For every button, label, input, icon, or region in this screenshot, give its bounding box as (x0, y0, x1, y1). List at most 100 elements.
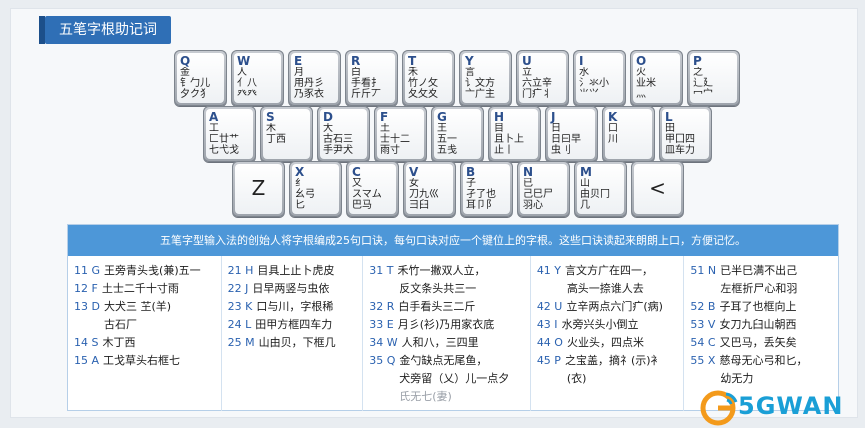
key-v[interactable]: V女 刀九巛 彐臼 (403, 161, 456, 217)
key-code-label: 32 R (369, 300, 395, 313)
mnemonic-text: 女刀九臼山朝西 (719, 318, 797, 331)
mnemonic-text: 工戈草头右框七 (103, 354, 181, 367)
mnemonic-line: 45 P 之宝盖，摘礻(示)衤 (537, 352, 684, 370)
key-letter: Q (180, 54, 191, 68)
key-q[interactable]: Q金 钅勹儿 夕ク犭 (174, 50, 227, 106)
key-o[interactable]: O火 业米 灬 (630, 50, 683, 106)
key-code-label: 34 W (369, 336, 398, 349)
key-w[interactable]: W人 亻八 癶癶 (231, 50, 284, 106)
key-b[interactable]: B子 孑了也 耳卩阝 (460, 161, 513, 217)
mnemonic-line: 14 S 木丁西 (74, 334, 221, 352)
key-face: I水 氵氺小 ⺌⺍ (576, 53, 623, 103)
key-code-label: 35 Q (369, 354, 396, 367)
key-r[interactable]: R白 手看扌 斤斤丆 (345, 50, 398, 106)
key-letter: B (466, 165, 476, 179)
key-code-label: 53 V (690, 318, 716, 331)
key-letter: H (494, 110, 505, 124)
mnemonic-line: 53 V 女刀九臼山朝西 (690, 316, 838, 334)
key-letter: N (523, 165, 534, 179)
key-d[interactable]: D大 古石三 手尹犬 (317, 106, 370, 162)
page-title: 五笔字根助记词 (39, 16, 171, 44)
key-code-label: 15 A (74, 354, 100, 367)
mnemonic-line: 32 R 白手看头三二斤 (369, 298, 530, 316)
mnemonic-text: 目具上止卜虎皮 (257, 264, 335, 277)
mnemonic-line: 25 M 山由贝，下框几 (228, 334, 363, 352)
mnemonic-line: 15 A 工戈草头右框七 (74, 352, 221, 370)
mnemonic-line: 高头一捺谁人去 (537, 280, 684, 298)
key-n[interactable]: N已 己巳尸 羽心 (517, 161, 570, 217)
key-l[interactable]: L田 甲囗四 皿车力 (659, 106, 712, 162)
key-z[interactable]: Z (232, 161, 285, 217)
mnemonic-line: 24 L 田甲方框四车力 (228, 316, 363, 334)
key-face: F土 士十二 雨寸 (377, 109, 424, 159)
key-letter: Z (251, 176, 266, 200)
mnemonic-column: 41 Y 言文方广在四一， 高头一捺谁人去 42 U 立辛两点六门疒(病) 43 I 水旁兴… (531, 256, 685, 411)
mnemonic-line: 21 H 目具上止卜虎皮 (228, 262, 363, 280)
key-face: R白 手看扌 斤斤丆 (348, 53, 395, 103)
key-roots: 工 匚廿艹 七弋戈 (209, 123, 239, 156)
key-code-label: 13 D (74, 300, 100, 313)
key-j[interactable]: J日 日曰早 虫刂 (545, 106, 598, 162)
mnemonic-line: 33 E 月彡(衫)乃用家衣底 (369, 316, 530, 334)
key-letter: O (636, 54, 647, 68)
key-c[interactable]: C又 スマム 巴马 (346, 161, 399, 217)
key-roots: 日 日曰早 虫刂 (551, 123, 581, 156)
key-letter: V (409, 165, 419, 179)
key-letter: S (266, 110, 275, 124)
key-g[interactable]: G王 五一 五戋 (431, 106, 484, 162)
key-face: T禾 竹ノ攵 夂攵夊 (405, 53, 452, 103)
key-letter: X (295, 165, 305, 179)
mnemonic-text: 王旁青头戋(兼)五一 (104, 264, 201, 277)
mnemonic-line: 13 D 大犬三 芏(羊) (74, 298, 221, 316)
key-e[interactable]: E月 用丹彡 乃豕衣 (288, 50, 341, 106)
key-letter: C (352, 165, 361, 179)
mnemonic-text: 木丁西 (102, 336, 136, 349)
key-face: K口 川 (605, 109, 652, 159)
key-u[interactable]: U立 六立辛 门疒丬 (516, 50, 569, 106)
mnemonic-text: 之宝盖，摘礻(示)衤 (564, 354, 662, 367)
mnemonic-text: 反文条头共三一 (399, 282, 477, 295)
key-letter: Y (465, 54, 474, 68)
key-x[interactable]: X纟 幺弓 匕 (289, 161, 342, 217)
mnemonic-text: 金勺缺点无尾鱼， (399, 354, 488, 367)
mnemonic-line: 55 X 慈母无心弓和匕， (690, 352, 838, 370)
key-face: B子 孑了也 耳卩阝 (463, 164, 510, 214)
keyboard-row-3: ZX纟 幺弓 匕C又 スマム 巴马 V 女 刀九巛 彐臼 B 子 孑了也 耳卩阝 N 已 己… (232, 161, 684, 217)
key-s[interactable]: S木 丁西 (260, 106, 313, 162)
key-y[interactable]: Y言 讠文方 亠广主 (459, 50, 512, 106)
key-face: Z (235, 164, 282, 214)
key-roots: 人 亻八 癶癶 (237, 67, 257, 100)
key-code-label: 24 L (227, 318, 252, 331)
mnemonic-text: 白手看头三二斤 (398, 300, 476, 313)
key-p[interactable]: P之 辶廴 冖宀 (687, 50, 740, 106)
key-letter: A (209, 110, 219, 124)
mnemonic-text: 火业头，四点米 (566, 336, 644, 349)
key-roots: 又 スマム 巴马 (352, 178, 382, 211)
key-h[interactable]: H目 且卜上 止丨 (488, 106, 541, 162)
key-roots: 王 五一 五戋 (437, 123, 457, 156)
key-code-label: 23 K (227, 300, 253, 313)
mnemonic-line: 11 G 王旁青头戋(兼)五一 (74, 262, 221, 280)
mnemonic-line: 51 N 已半巳满不出己 (690, 262, 838, 280)
mnemonic-line: (衣) (537, 370, 684, 388)
key-code-label: 14 S (74, 336, 99, 349)
key-face: O火 业米 灬 (633, 53, 680, 103)
mnemonic-line: 54 C 又巴马，丢矢矣 (690, 334, 838, 352)
key-t[interactable]: T禾 竹ノ攵 夂攵夊 (402, 50, 455, 106)
key-i[interactable]: I水 氵氺小 ⺌⺍ (573, 50, 626, 106)
key-roots: 口 川 (608, 123, 618, 145)
key-code-label: 42 U (536, 300, 563, 313)
key-f[interactable]: F土 士十二 雨寸 (374, 106, 427, 162)
key-m[interactable]: M山 由贝冂 几 (574, 161, 627, 217)
key-comma[interactable]: < (631, 161, 684, 217)
key-letter: F (380, 110, 389, 124)
key-face: < (634, 164, 681, 214)
mnemonic-text: 土士二千十寸雨 (101, 282, 179, 295)
key-code-label: 51 N (690, 264, 717, 277)
mnemonic-text: 言文方广在四一， (565, 264, 654, 277)
key-k[interactable]: K口 川 (602, 106, 655, 162)
mnemonic-line: 34 W 人和八，三四里 (369, 334, 530, 352)
mnemonic-line: 氏无七(妻) (369, 388, 530, 406)
key-letter: M (580, 165, 592, 179)
key-a[interactable]: A工 匚廿艹 七弋戈 (203, 106, 256, 162)
